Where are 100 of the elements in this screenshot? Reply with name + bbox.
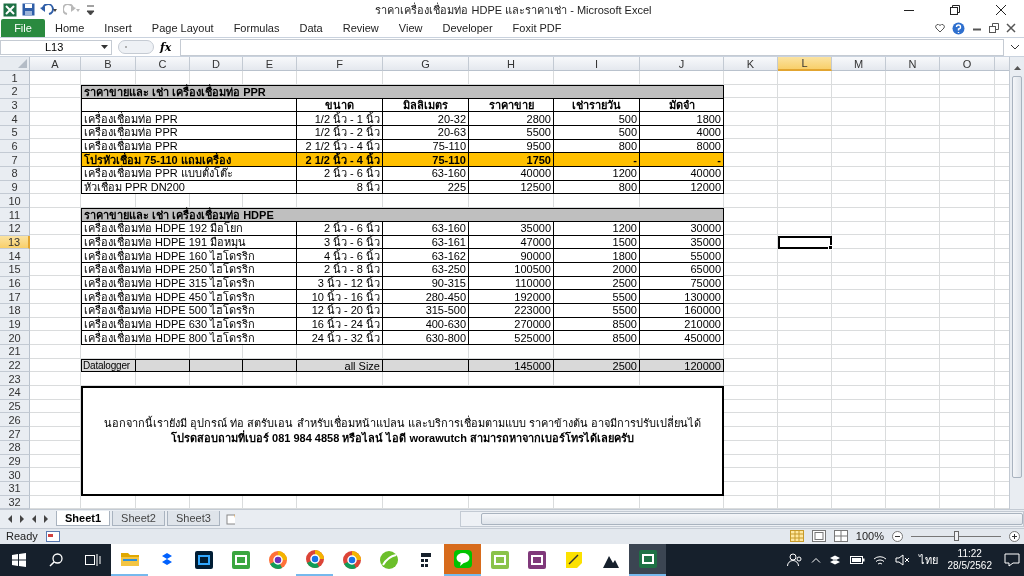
sheet-tab[interactable]: Sheet1: [56, 511, 111, 527]
ribbon-tab[interactable]: Review: [332, 19, 389, 37]
scroll-up-icon[interactable]: [1013, 66, 1021, 71]
zoom-out-icon[interactable]: [892, 530, 903, 542]
row-header[interactable]: 8: [0, 167, 30, 181]
wifi-icon[interactable]: [872, 554, 887, 566]
row-header[interactable]: 14: [0, 249, 30, 263]
vertical-scrollbar[interactable]: [1009, 57, 1024, 510]
row-header[interactable]: 4: [0, 112, 30, 127]
taskbar-button[interactable]: [592, 544, 629, 576]
horizontal-scrollbar[interactable]: [460, 510, 1024, 527]
column-header[interactable]: M: [832, 57, 886, 72]
row-header[interactable]: 10: [0, 194, 30, 209]
customize-menu-icon[interactable]: [86, 3, 95, 16]
people-icon[interactable]: [786, 553, 803, 567]
column-header[interactable]: C: [136, 57, 190, 72]
table-cell: 63-162: [383, 249, 469, 263]
row-header[interactable]: 5: [0, 126, 30, 140]
task-view-icon[interactable]: [84, 553, 101, 567]
table-cell: 1750: [469, 153, 554, 168]
note-icon: [563, 550, 584, 570]
insert-function-button[interactable]: fx: [160, 40, 174, 54]
speaker-muted-icon[interactable]: [894, 554, 909, 566]
box-icon[interactable]: [828, 554, 841, 566]
app-tile-icon: [230, 550, 251, 570]
column-header[interactable]: O: [940, 57, 995, 72]
chevron-up-icon[interactable]: [810, 557, 821, 563]
column-header[interactable]: B: [81, 57, 136, 72]
help-icon[interactable]: [952, 21, 965, 35]
column-header[interactable]: D: [190, 57, 243, 72]
taskbar-button[interactable]: [629, 544, 666, 576]
column-header[interactable]: G: [383, 57, 469, 72]
name-box[interactable]: L13: [0, 39, 112, 55]
row-header[interactable]: 21: [0, 345, 30, 359]
sheet-tab[interactable]: Sheet2: [112, 511, 165, 527]
heart-icon[interactable]: [935, 23, 945, 33]
restore-window-icon[interactable]: [989, 23, 999, 33]
row-header[interactable]: 26: [0, 413, 30, 428]
table-cell: 5500: [469, 126, 554, 140]
row-header[interactable]: 11: [0, 208, 30, 222]
search-icon[interactable]: [48, 553, 63, 567]
zoom-level[interactable]: 100%: [855, 530, 884, 543]
taskbar-button[interactable]: [407, 544, 444, 576]
ribbon-tab[interactable]: Developer: [432, 19, 503, 37]
battery-icon[interactable]: [848, 555, 865, 565]
row-header[interactable]: 17: [0, 290, 30, 304]
column-header[interactable]: K: [724, 57, 778, 72]
start-icon[interactable]: [11, 553, 26, 567]
table-cell: 1800: [640, 112, 724, 127]
save-icon[interactable]: [22, 3, 35, 16]
row-header[interactable]: 20: [0, 331, 30, 346]
table-cell: 4 นิ้ว - 6 นิ้ว: [297, 249, 383, 263]
close-workbook-icon[interactable]: [1006, 23, 1016, 33]
table-cell: Datalogger: [81, 358, 136, 373]
ribbon-tab[interactable]: Page Layout: [141, 19, 224, 37]
selected-cell[interactable]: [778, 235, 832, 250]
row-header[interactable]: 30: [0, 468, 30, 482]
table-cell: 24 นิ้ว - 32 นิ้ว: [297, 331, 383, 346]
ribbon-tab[interactable]: Foxit PDF: [502, 19, 572, 37]
column-header[interactable]: A: [30, 57, 81, 72]
table-cell: 1200: [554, 167, 640, 181]
column-header[interactable]: E: [243, 57, 297, 72]
table-cell: 5500: [554, 290, 640, 304]
page-break-icon[interactable]: [833, 530, 848, 543]
zoom-slider-thumb[interactable]: [954, 530, 959, 541]
ribbon-tab[interactable]: Insert: [94, 19, 142, 37]
sheet-tab[interactable]: Sheet3: [166, 511, 220, 527]
ribbon-tab[interactable]: Formulas: [223, 19, 290, 37]
row-header[interactable]: 23: [0, 372, 30, 387]
page-layout-icon[interactable]: [811, 530, 826, 543]
ribbon-tab[interactable]: Home: [45, 19, 95, 37]
zoom-in-icon[interactable]: [1009, 530, 1020, 542]
table-cell: 450000: [640, 331, 724, 346]
column-header[interactable]: N: [886, 57, 940, 72]
row-header[interactable]: 1: [0, 71, 30, 85]
resize-handle-icon[interactable]: [118, 40, 154, 55]
table-cell: 55000: [640, 249, 724, 263]
window-title: ราคาเครื่องเชื่อมท่อ HDPE และราคาเช่า - Microsoft Excel: [374, 1, 653, 18]
column-header[interactable]: I: [554, 57, 640, 72]
column-header[interactable]: J: [640, 57, 724, 72]
table-cell: 2 1/2 นิ้ว - 4 นิ้ว: [297, 153, 383, 168]
notification-icon[interactable]: [1004, 553, 1020, 567]
table-cell: 525000: [469, 331, 554, 346]
column-header[interactable]: F: [297, 57, 383, 72]
formula-input[interactable]: [180, 38, 1004, 56]
column-header[interactable]: H: [469, 57, 554, 72]
redo-icon: [63, 3, 81, 16]
row-header[interactable]: 7: [0, 153, 30, 168]
table-cell: 1/2 นิ้ว - 2 นิ้ว: [297, 126, 383, 140]
input-language[interactable]: ไทย: [918, 551, 938, 569]
clock[interactable]: 11:22 28/5/2562: [947, 548, 992, 572]
row-header[interactable]: 27: [0, 427, 30, 441]
file-tab[interactable]: File: [1, 19, 45, 37]
ribbon-tab[interactable]: Data: [289, 19, 333, 37]
row-header[interactable]: 24: [0, 386, 30, 400]
undo-icon[interactable]: [40, 3, 58, 16]
app-tile-icon: [526, 550, 547, 570]
macro-record-icon[interactable]: [45, 530, 60, 542]
column-header[interactable]: L: [778, 57, 832, 72]
ribbon-tab[interactable]: View: [388, 19, 433, 37]
